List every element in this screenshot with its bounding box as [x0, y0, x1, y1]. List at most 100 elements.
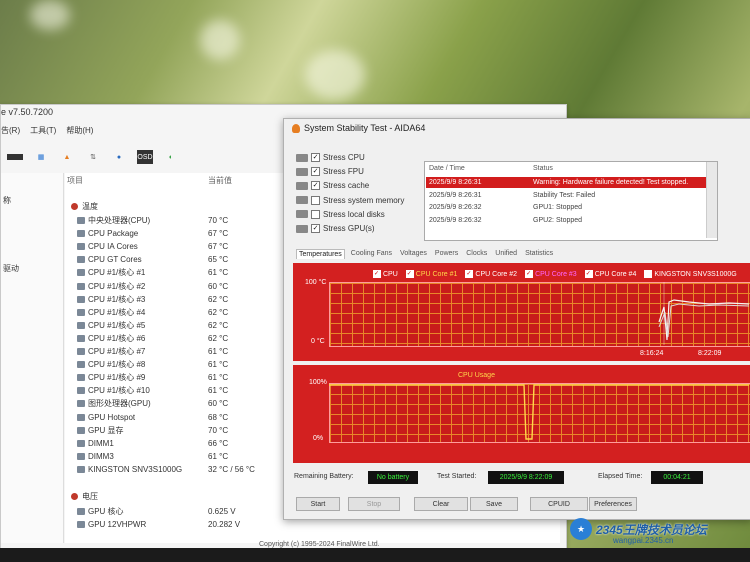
sensor-icon[interactable]: ⇅	[85, 150, 101, 164]
legend-checkbox[interactable]	[644, 270, 653, 278]
legend-checkbox[interactable]: ✓	[373, 270, 381, 278]
gauge-icon[interactable]: ◐	[163, 150, 179, 164]
log-scrollbar[interactable]	[706, 162, 717, 238]
stress-option[interactable]: Stress system memory	[296, 195, 405, 205]
preferences-button[interactable]: Preferences	[589, 497, 637, 511]
stress-checkbox[interactable]: ✓	[311, 167, 320, 177]
cpu-usage-graph: CPU Usage 100% 0%	[293, 365, 750, 463]
start-button[interactable]: Start	[296, 497, 340, 511]
sensor-name: CPU #1/核心 #6	[88, 333, 146, 343]
sensor-name: CPU #1/核心 #7	[88, 347, 146, 356]
legend-item[interactable]: ✓ CPU Core #3	[525, 270, 577, 278]
sensor-icon	[77, 426, 85, 434]
menu-tools[interactable]: 工具(T)	[30, 125, 56, 136]
stress-option[interactable]: ✓ Stress GPU(s)	[296, 224, 375, 233]
stop-button[interactable]: Stop	[348, 497, 400, 511]
menu-bar: 告(R) 工具(T) 帮助(H)	[1, 125, 93, 136]
graph-legend: ✓ CPU ✓ CPU Core #1 ✓ CPU Core #2 ✓ CPU Core #3…	[373, 270, 737, 278]
sensor-value: 61 °C	[208, 268, 229, 278]
time-label: 8:22:09	[698, 350, 722, 357]
tab-powers[interactable]: Powers	[433, 249, 460, 259]
section-label: 温度	[82, 202, 98, 211]
sensor-name: CPU #1/核心 #8	[88, 360, 146, 370]
stress-option[interactable]: ✓ Stress CPU	[296, 153, 365, 162]
y-axis-top-label: 100 °C	[305, 279, 327, 286]
test-started-label: Test Started:	[437, 473, 477, 480]
hardware-icon	[296, 224, 308, 233]
column-header-value[interactable]: 当前值	[208, 175, 232, 186]
stress-checkbox[interactable]	[311, 195, 320, 205]
sensor-value: 62 °C	[208, 307, 229, 317]
flame-icon[interactable]: ▲	[59, 150, 75, 164]
log-row[interactable]: 2025/9/9 8:26:31 Stability Test: Failed	[426, 190, 706, 201]
hardware-icon	[296, 167, 308, 176]
stability-title-bar: System Stability Test - AIDA64	[292, 123, 425, 133]
legend-label: CPU Core #4	[594, 270, 637, 278]
legend-item[interactable]: ✓ CPU	[373, 270, 398, 278]
tab-voltages[interactable]: Voltages	[398, 249, 429, 259]
log-status: Stability Test: Failed	[533, 191, 596, 199]
tab-cooling-fans[interactable]: Cooling Fans	[349, 249, 394, 259]
tab-temperatures[interactable]: Temperatures	[296, 249, 345, 259]
sensor-value: 61 °C	[208, 386, 229, 396]
tab-statistics[interactable]: Statistics	[523, 249, 555, 259]
sensor-value: 0.625 V	[208, 507, 236, 516]
stress-label: Stress system memory	[323, 195, 405, 205]
sensor-value: 61 °C	[208, 347, 229, 356]
log-header-date[interactable]: Date / Time	[429, 165, 465, 172]
stress-option[interactable]: ✓ Stress FPU	[296, 167, 364, 177]
network-icon[interactable]: ▦	[33, 150, 49, 164]
sensor-icon	[77, 361, 85, 369]
legend-item[interactable]: ✓ CPU Core #4	[584, 270, 637, 278]
sensor-name: CPU GT Cores	[88, 255, 142, 265]
stress-checkbox[interactable]: ✓	[311, 153, 320, 162]
sensor-name: KINGSTON SNV3S1000G	[88, 464, 183, 474]
legend-checkbox[interactable]: ✓	[405, 270, 414, 278]
clear-button[interactable]: Clear	[414, 497, 468, 511]
sensor-name: DIMM3	[88, 451, 114, 461]
sensor-name: CPU #1/核心 #1	[88, 268, 146, 278]
sensor-icon	[77, 465, 85, 473]
sensor-icon	[77, 439, 85, 447]
memory-icon[interactable]	[7, 154, 23, 160]
legend-item[interactable]: ✓ CPU Core #2	[465, 270, 517, 278]
graph-tabs: Temperatures Cooling Fans Voltages Powers Cl…	[296, 249, 555, 259]
sensor-icon	[77, 348, 85, 355]
sensor-name: CPU #1/核心 #10	[88, 386, 150, 396]
log-header-status[interactable]: Status	[533, 165, 553, 172]
log-row[interactable]: 2025/9/9 8:26:32 GPU1: Stopped	[426, 202, 706, 213]
legend-checkbox[interactable]: ✓	[465, 270, 474, 278]
user-icon[interactable]: ●	[111, 150, 127, 164]
stress-checkbox[interactable]: ✓	[311, 181, 320, 191]
sensor-icon	[77, 256, 85, 264]
legend-checkbox[interactable]: ✓	[584, 270, 593, 278]
log-row[interactable]: 2025/9/9 8:26:31 Warning: Hardware failur…	[426, 177, 706, 188]
menu-report[interactable]: 告(R)	[1, 125, 20, 136]
stress-option[interactable]: ✓ Stress cache	[296, 181, 369, 191]
y-axis-bottom-label: 0 °C	[311, 338, 325, 345]
legend-checkbox[interactable]: ✓	[525, 270, 534, 278]
stress-checkbox[interactable]: ✓	[311, 224, 320, 233]
stress-checkbox[interactable]	[311, 209, 320, 219]
tab-clocks[interactable]: Clocks	[464, 249, 489, 259]
sensor-name: CPU #1/核心 #3	[88, 294, 146, 304]
save-button[interactable]: Save	[470, 497, 518, 511]
cpuid-button[interactable]: CPUID	[530, 497, 588, 511]
legend-item[interactable]: KINGSTON SNV3S1000G	[644, 270, 737, 278]
window-title: System Stability Test - AIDA64	[304, 123, 426, 133]
legend-item[interactable]: ✓ CPU Core #1	[405, 270, 457, 278]
log-row[interactable]: 2025/9/9 8:26:32 GPU2: Stopped	[426, 215, 706, 226]
sensor-value: 61 °C	[208, 451, 229, 461]
sensor-value: 61 °C	[208, 373, 229, 383]
nav-item[interactable]: 称	[3, 195, 11, 206]
sensor-icon	[77, 282, 85, 290]
tab-unified[interactable]: Unified	[493, 249, 519, 259]
menu-help[interactable]: 帮助(H)	[66, 125, 93, 136]
osd-icon[interactable]: OSD	[137, 150, 153, 164]
temperature-lines	[658, 282, 749, 345]
column-header-item[interactable]: 项目	[67, 175, 83, 186]
stress-option[interactable]: Stress local disks	[296, 209, 385, 219]
nav-item[interactable]: 驱动	[3, 263, 19, 274]
sensor-icon	[77, 230, 85, 238]
voltage-section: 电压	[71, 491, 98, 502]
